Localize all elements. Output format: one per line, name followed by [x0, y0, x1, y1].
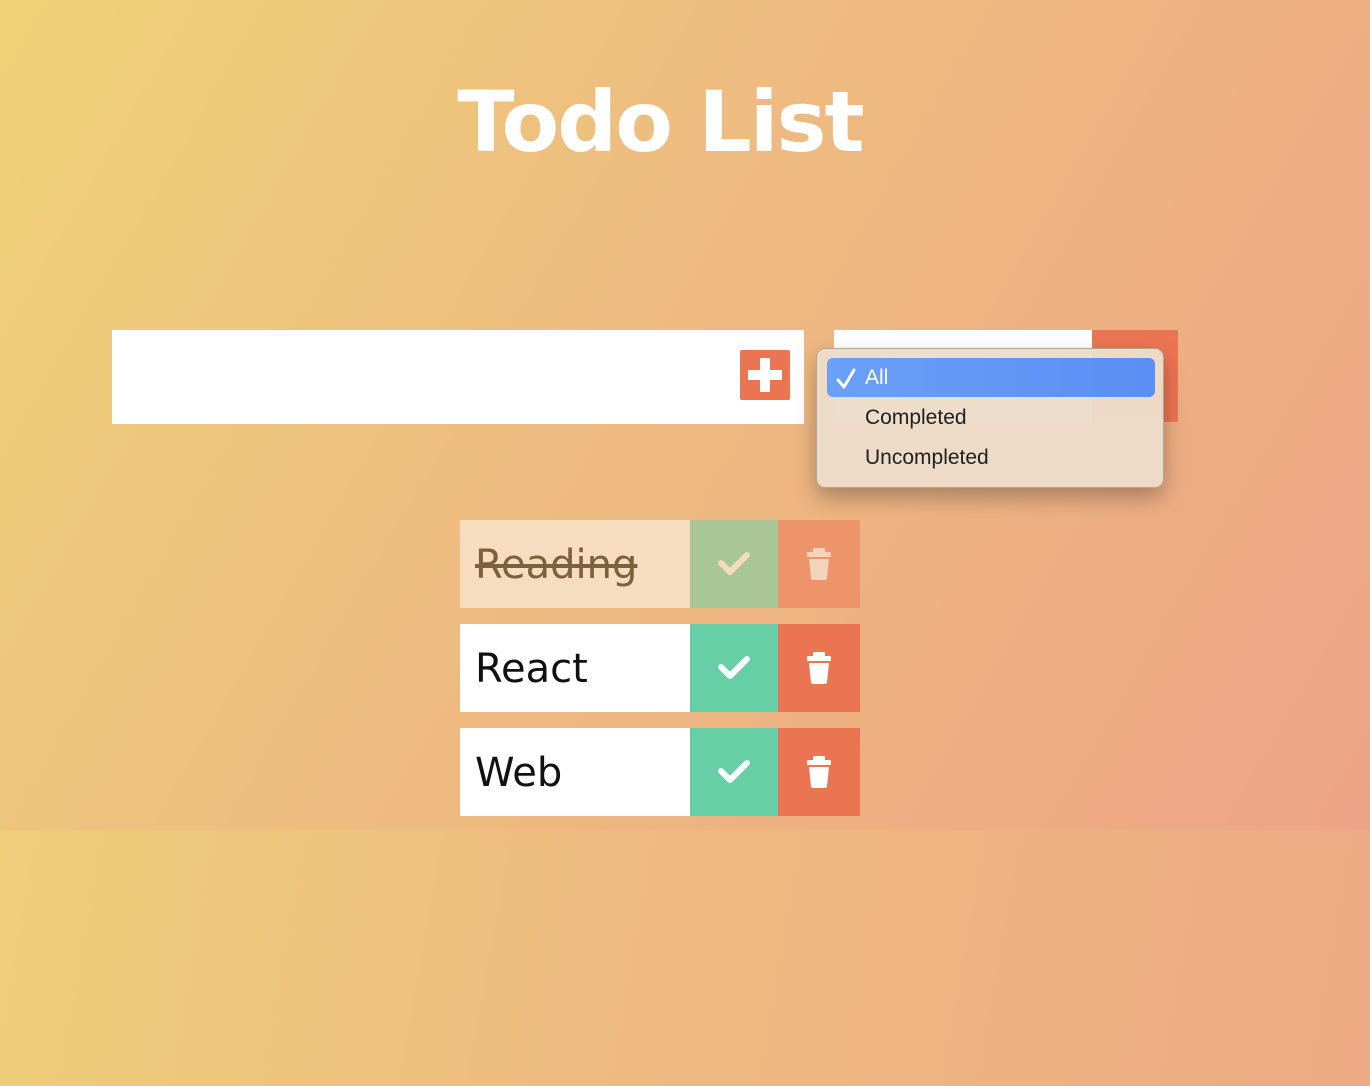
- filter-option-label: Uncompleted: [865, 446, 989, 469]
- trash-icon: [807, 548, 831, 580]
- todo-item-body: Web: [460, 728, 690, 816]
- plus-icon: [748, 358, 782, 392]
- todo-input[interactable]: [112, 330, 804, 424]
- check-icon: [718, 656, 750, 679]
- filter-option-completed[interactable]: Completed: [827, 398, 1155, 437]
- delete-button[interactable]: [778, 624, 860, 712]
- check-icon: [718, 760, 750, 783]
- check-icon: [718, 552, 750, 575]
- filter-option-all[interactable]: All: [827, 358, 1155, 397]
- trash-icon: [807, 756, 831, 788]
- complete-button[interactable]: [690, 520, 778, 608]
- filter-option-uncompleted[interactable]: Uncompleted: [827, 438, 1155, 477]
- filter-option-label: All: [865, 366, 889, 389]
- trash-icon: [807, 652, 831, 684]
- todo-item-text: Web: [475, 750, 563, 796]
- todo-item-web: Web: [460, 728, 860, 816]
- todo-item-body: Reading: [460, 520, 690, 608]
- todo-item-text: Reading: [475, 542, 638, 588]
- add-todo-button[interactable]: [740, 350, 790, 400]
- complete-button[interactable]: [690, 624, 778, 712]
- complete-button[interactable]: [690, 728, 778, 816]
- delete-button[interactable]: [778, 728, 860, 816]
- todo-item-body: React: [460, 624, 690, 712]
- page-title: Todo List: [457, 73, 864, 171]
- delete-button[interactable]: [778, 520, 860, 608]
- filter-dropdown-menu: All Completed Uncompleted: [816, 348, 1164, 488]
- todo-item-react: React: [460, 624, 860, 712]
- filter-option-label: Completed: [865, 406, 967, 429]
- todo-item-text: React: [475, 646, 588, 692]
- checkmark-icon: [836, 368, 856, 389]
- todo-item-reading: Reading: [460, 520, 860, 608]
